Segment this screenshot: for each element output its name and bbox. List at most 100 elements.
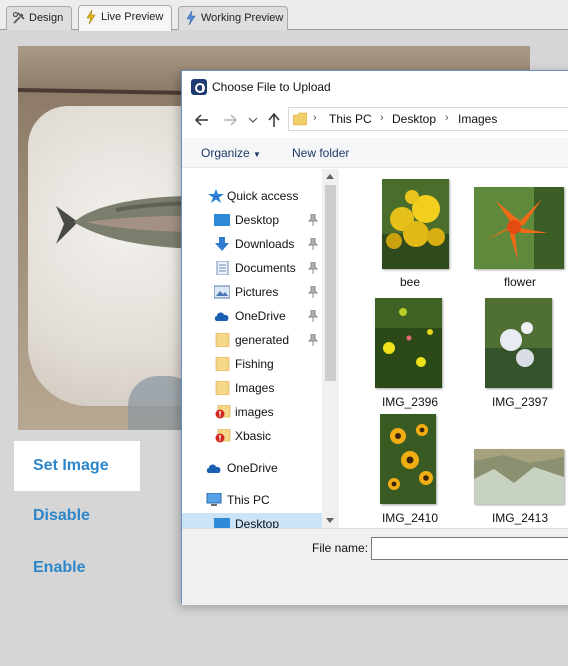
nav-item-label: Documents — [235, 261, 296, 275]
nav-item-this-pc[interactable]: This PC — [182, 489, 322, 511]
address-bar[interactable]: › This PC › Desktop › Images — [288, 107, 568, 131]
tab-live-preview[interactable]: Live Preview — [78, 5, 172, 31]
file-upload-dialog: Choose File to Upload › This PC › Deskto… — [181, 70, 568, 605]
pin-icon[interactable] — [308, 310, 318, 322]
nav-item-images-lower[interactable]: images — [182, 401, 322, 423]
chevron-down-icon: ▼ — [253, 150, 261, 159]
file-name: bee — [399, 275, 421, 289]
folder-icon — [215, 333, 230, 347]
thumbnail-flower — [474, 187, 564, 269]
nav-item-label: Quick access — [227, 189, 299, 203]
nav-item-label: Xbasic — [235, 429, 272, 443]
pin-icon[interactable] — [308, 214, 318, 226]
recent-locations-icon[interactable] — [248, 112, 258, 128]
disable-button[interactable]: Disable — [14, 491, 140, 541]
nav-item-downloads[interactable]: Downloads — [182, 233, 322, 255]
breadcrumb-desktop[interactable]: Desktop — [392, 112, 436, 126]
nav-item-label: Pictures — [235, 285, 279, 299]
nav-item-label: images — [235, 405, 274, 419]
ide-tab-strip: Design Live Preview Working Preview — [0, 0, 568, 31]
nav-item-pictures[interactable]: Pictures — [182, 281, 322, 303]
scrollbar-thumb[interactable] — [325, 185, 336, 381]
nav-item-label: OneDrive — [235, 309, 286, 323]
folder-icon — [215, 381, 230, 395]
breadcrumb-separator: › — [445, 112, 449, 124]
file-list: bee flower IMG_2396 IMG_2397 IMG_2410 IM… — [342, 169, 568, 528]
thumbnail-bee — [382, 179, 449, 269]
pictures-icon — [214, 285, 230, 299]
pin-icon[interactable] — [308, 286, 318, 298]
scroll-down-icon[interactable] — [326, 518, 334, 523]
nav-item-fishing[interactable]: Fishing — [182, 353, 322, 375]
documents-icon — [216, 261, 229, 275]
back-arrow-icon[interactable] — [194, 112, 210, 128]
tab-label: Working Preview — [201, 12, 284, 24]
thumbnail-img-2410 — [380, 414, 436, 504]
cloud-icon — [214, 312, 229, 321]
app-icon — [191, 79, 207, 95]
thumbnail-img-2396 — [375, 298, 442, 388]
tab-working-preview[interactable]: Working Preview — [178, 6, 288, 30]
nav-item-label: Images — [235, 381, 275, 395]
nav-item-desktop[interactable]: Desktop — [182, 209, 322, 231]
desktop-icon — [214, 518, 230, 528]
file-name: IMG_2413 — [491, 511, 549, 525]
nav-item-label: Desktop — [235, 517, 280, 528]
nav-item-label: Fishing — [235, 357, 274, 371]
forward-arrow-icon[interactable] — [222, 112, 238, 128]
tab-label: Live Preview — [101, 11, 164, 23]
set-image-button[interactable]: Set Image — [14, 441, 140, 491]
dialog-titlebar[interactable]: Choose File to Upload — [182, 71, 568, 103]
lightning-icon — [86, 10, 96, 24]
nav-item-label: This PC — [227, 493, 270, 507]
enable-button[interactable]: Enable — [14, 543, 140, 593]
nav-item-images-folder[interactable]: Images — [182, 377, 322, 399]
dialog-navbar: › This PC › Desktop › Images — [182, 103, 568, 137]
navigation-pane: Quick access Desktop Downloads Documents… — [182, 169, 322, 528]
pin-icon[interactable] — [308, 334, 318, 346]
folder-error-icon — [215, 405, 231, 419]
download-icon — [215, 237, 229, 251]
thumbnail-img-2413 — [474, 449, 564, 504]
dialog-footer: File name: — [182, 528, 568, 605]
file-name: IMG_2397 — [491, 395, 549, 409]
nav-item-onedrive-quick[interactable]: OneDrive — [182, 305, 322, 327]
breadcrumb-separator: › — [380, 112, 384, 124]
scroll-up-icon[interactable] — [326, 174, 334, 179]
nav-item-desktop-selected[interactable]: Desktop — [182, 513, 322, 528]
nav-item-label: generated — [235, 333, 290, 347]
nav-item-label: OneDrive — [227, 461, 278, 475]
nav-item-label: Downloads — [235, 237, 295, 251]
pin-icon[interactable] — [308, 238, 318, 250]
file-name: IMG_2410 — [381, 511, 439, 525]
folder-error-icon — [215, 429, 231, 443]
organize-label: Organize — [201, 146, 250, 160]
command-bar: Organize ▼ New folder — [182, 138, 568, 168]
pin-icon[interactable] — [308, 262, 318, 274]
nav-item-documents[interactable]: Documents — [182, 257, 322, 279]
breadcrumb-this-pc[interactable]: This PC — [329, 112, 372, 126]
folder-icon — [215, 357, 230, 371]
folder-icon — [293, 112, 307, 126]
nav-item-label: Desktop — [235, 213, 280, 227]
tab-design[interactable]: Design — [6, 6, 72, 30]
file-name: IMG_2396 — [381, 395, 439, 409]
thumbnail-img-2397 — [485, 298, 552, 388]
dialog-title: Choose File to Upload — [212, 80, 331, 94]
cloud-icon — [206, 464, 221, 473]
file-name: flower — [503, 275, 536, 289]
nav-item-quick-access[interactable]: Quick access — [182, 185, 322, 207]
organize-menu[interactable]: Organize ▼ — [201, 146, 261, 160]
breadcrumb-images[interactable]: Images — [458, 112, 497, 126]
nav-scrollbar[interactable] — [322, 169, 339, 528]
file-name-label: File name: — [312, 541, 369, 555]
tab-label: Design — [29, 12, 64, 24]
file-name-input[interactable] — [371, 537, 568, 560]
up-arrow-icon[interactable] — [266, 112, 282, 128]
new-folder-button[interactable]: New folder — [292, 146, 349, 160]
nav-item-onedrive[interactable]: OneDrive — [182, 457, 322, 479]
nav-item-xbasic[interactable]: Xbasic — [182, 425, 322, 447]
nav-item-generated[interactable]: generated — [182, 329, 322, 351]
lightning-blue-icon — [186, 11, 196, 25]
breadcrumb-separator: › — [313, 112, 317, 124]
